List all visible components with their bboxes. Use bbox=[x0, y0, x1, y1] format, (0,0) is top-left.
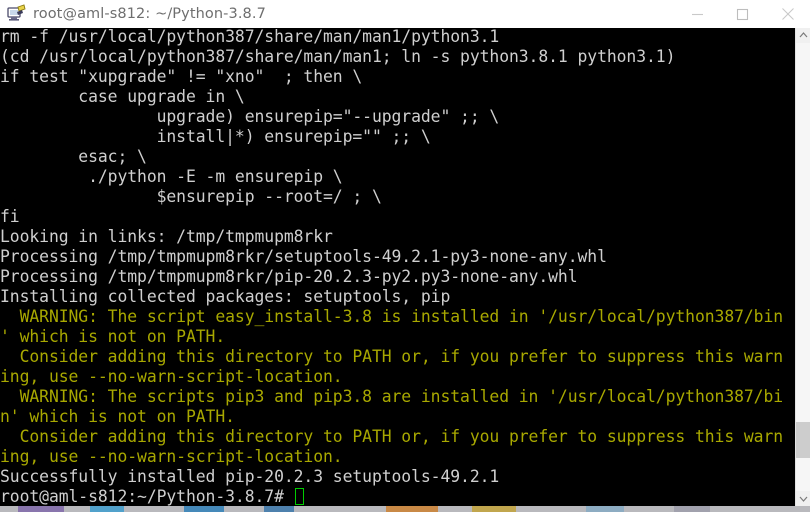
scrollbar-track[interactable] bbox=[796, 43, 810, 491]
terminal-line: n' which is not on PATH. bbox=[0, 407, 235, 426]
desktop-icon bbox=[586, 506, 624, 512]
terminal-line: (cd /usr/local/python387/share/man/man1;… bbox=[0, 47, 676, 66]
terminal-line: WARNING: The scripts pip3 and pip3.8 are… bbox=[0, 387, 784, 406]
terminal-line: if test "xupgrade" != "xno" ; then \ bbox=[0, 67, 363, 86]
terminal-prompt-line: root@aml-s812:~/Python-3.8.7# bbox=[0, 487, 783, 506]
terminal-line: fi bbox=[0, 207, 20, 226]
terminal-line: case upgrade in \ bbox=[0, 87, 245, 106]
terminal-output-area[interactable]: rm -f /usr/local/python387/share/man/man… bbox=[0, 28, 795, 506]
desktop-icon bbox=[264, 506, 294, 512]
terminal-line: Looking in links: /tmp/tmpmupm8rkr bbox=[0, 227, 333, 246]
terminal-line: ./python -E -m ensurepip \ bbox=[0, 167, 343, 186]
terminal-line: WARNING: The script easy_install-3.8 is … bbox=[0, 307, 784, 326]
desktop-icon bbox=[18, 506, 64, 512]
terminal-line: ing, use --no-warn-script-location. bbox=[0, 367, 343, 386]
terminal-line: Processing /tmp/tmpmupm8rkr/pip-20.2.3-p… bbox=[0, 267, 578, 286]
window-controls bbox=[675, 0, 810, 28]
terminal-line: Consider adding this directory to PATH o… bbox=[0, 347, 784, 366]
terminal-line: install|*) ensurepip="" ;; \ bbox=[0, 127, 431, 146]
window-title: root@aml-s812: ~/Python-3.8.7 bbox=[33, 6, 266, 22]
terminal-line: ing, use --no-warn-script-location. bbox=[0, 447, 343, 466]
scroll-up-arrow-icon[interactable] bbox=[796, 28, 810, 43]
desktop-icon bbox=[386, 506, 438, 512]
desktop-icon bbox=[184, 506, 224, 512]
terminal-line: Successfully installed pip-20.2.3 setupt… bbox=[0, 467, 500, 486]
putty-terminal-icon bbox=[5, 3, 27, 25]
maximize-button[interactable] bbox=[720, 0, 765, 28]
desktop-icon bbox=[90, 506, 124, 512]
terminal-line: Processing /tmp/tmpmupm8rkr/setuptools-4… bbox=[0, 247, 607, 266]
terminal-line: ' which is not on PATH. bbox=[0, 327, 226, 346]
terminal-scrollbar[interactable] bbox=[795, 28, 810, 506]
desktop-icon bbox=[472, 506, 516, 512]
scrollbar-thumb[interactable] bbox=[796, 422, 810, 458]
terminal-line: Consider adding this directory to PATH o… bbox=[0, 427, 784, 446]
desktop-icon bbox=[674, 506, 710, 512]
terminal-line: rm -f /usr/local/python387/share/man/man… bbox=[0, 28, 500, 46]
close-button[interactable] bbox=[765, 0, 810, 28]
desktop-strip bbox=[0, 506, 810, 512]
putty-terminal-window: root@aml-s812: ~/Python-3.8.7 rm -f /usr… bbox=[0, 0, 810, 512]
terminal-text: rm -f /usr/local/python387/share/man/man… bbox=[0, 28, 783, 506]
terminal-line: $ensurepip --root=/ ; \ bbox=[0, 187, 382, 206]
shell-prompt: root@aml-s812:~/Python-3.8.7# bbox=[0, 487, 294, 506]
title-bar[interactable]: root@aml-s812: ~/Python-3.8.7 bbox=[0, 0, 810, 28]
text-cursor bbox=[294, 488, 304, 505]
terminal-line: esac; \ bbox=[0, 147, 147, 166]
terminal-line: upgrade) ensurepip="--upgrade" ;; \ bbox=[0, 107, 500, 126]
terminal-line: Installing collected packages: setuptool… bbox=[0, 287, 451, 306]
minimize-button[interactable] bbox=[675, 0, 720, 28]
scroll-down-arrow-icon[interactable] bbox=[796, 491, 810, 506]
